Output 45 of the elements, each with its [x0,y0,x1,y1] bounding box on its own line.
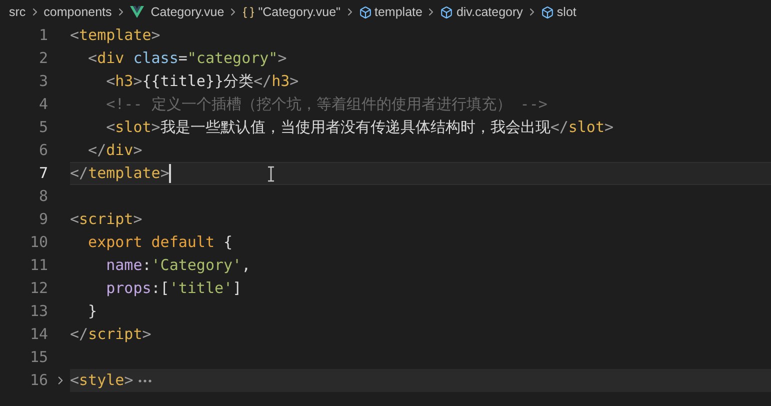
line-number: 6 [38,140,49,162]
code-line: } [87,301,98,322]
ellipsis-icon[interactable] [138,378,152,382]
code-line: export default { [87,232,233,254]
code-line: <style> [70,370,134,392]
line-number: 15 [28,347,49,368]
line-number: 1 [38,25,49,46]
braces-icon [242,6,256,18]
code-line: <script> [70,209,142,230]
line-number: 14 [28,324,49,346]
cube-icon [358,6,372,18]
line-number: 13 [28,301,49,322]
line-number: 9 [38,209,49,230]
breadcrumb-item[interactable]: src [9,2,26,22]
line-number: 3 [38,71,49,92]
breadcrumb-item[interactable]: Category.vue [150,2,224,22]
code-line: <template> [70,25,160,46]
breadcrumb-item[interactable]: "Category.vue" [258,2,340,22]
line-number: 7 [38,163,49,184]
line-number: 12 [28,278,49,300]
mouse-pointer-icon [267,166,276,182]
code-line: </template> [70,163,170,184]
line-number: 2 [38,48,49,70]
text-cursor [169,164,172,183]
code-line: <slot>我是一些默认值，当使用者没有传递具体结构时，我会出现</slot> [105,117,614,138]
code-line: props:['title'] [105,278,242,300]
cube-icon [540,6,554,18]
code-line: <h3>{{title}}分类</h3> [105,71,299,92]
line-number: 10 [28,232,49,254]
code-line: </div> [87,140,142,162]
vue-logo-icon [130,6,144,18]
code-line: </script> [70,324,152,346]
breadcrumb-item[interactable]: div.category [456,2,523,22]
line-number: 4 [38,94,49,116]
code-line: name:'Category', [105,255,251,276]
breadcrumb-item[interactable]: components [44,2,112,22]
code-line: <!-- 定义一个插槽（挖个坑，等着组件的使用者进行填充） --> [105,94,548,116]
breadcrumb-item[interactable]: template [374,2,422,22]
code-line: <div class="category"> [87,48,287,70]
breadcrumb-item[interactable]: slot [556,2,576,22]
cube-icon [440,6,454,18]
line-number: 16 [28,370,49,392]
line-number: 5 [38,117,49,138]
line-number: 8 [38,186,49,208]
line-number: 11 [28,255,49,276]
